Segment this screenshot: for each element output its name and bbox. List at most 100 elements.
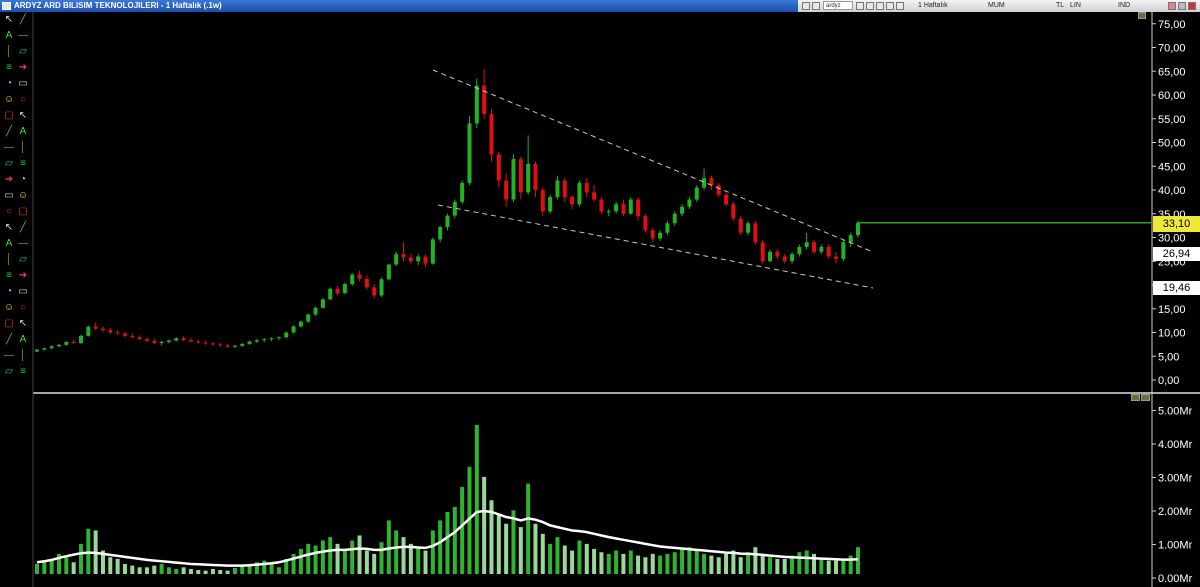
candle-body	[247, 341, 252, 344]
smiley-icon[interactable]: ☺	[3, 94, 15, 106]
volume-bar	[584, 543, 589, 574]
volume-bar	[570, 550, 575, 574]
volume-bar	[137, 567, 142, 574]
candle-body	[848, 235, 853, 243]
chart-canvas[interactable]: 75,00 70,00 65,00 60,00 55,00 50,00 45,00 40,00…	[0, 0, 1200, 587]
volume-bar	[518, 527, 523, 574]
volume-bar	[687, 547, 692, 574]
fibonacci-icon[interactable]: ≡	[3, 270, 15, 282]
rectangle-icon[interactable]: ▢	[3, 318, 15, 330]
text-tool-icon[interactable]: A	[17, 126, 29, 138]
candle-body	[636, 199, 641, 217]
candle-body	[643, 216, 648, 231]
candle-body	[746, 223, 751, 233]
cursor-icon[interactable]: ↖	[3, 222, 15, 234]
eraser-icon[interactable]: ▭	[17, 78, 29, 90]
volume-bar	[210, 568, 215, 574]
volume-bar	[738, 557, 743, 574]
volume-bar	[768, 557, 773, 574]
channel-icon[interactable]: ▱	[17, 254, 29, 266]
zoom-icon[interactable]: ◔	[3, 286, 15, 298]
fibonacci-icon[interactable]: ≡	[3, 62, 15, 74]
horizontal-line-icon[interactable]: —	[17, 238, 29, 250]
smiley-icon[interactable]: ☺	[3, 302, 15, 314]
candle-body	[174, 338, 179, 341]
ellipse-icon[interactable]: ○	[17, 302, 29, 314]
volume-bar	[540, 533, 545, 574]
horizontal-line-icon[interactable]: —	[3, 142, 15, 154]
vertical-line-icon[interactable]: │	[17, 142, 29, 154]
ellipse-icon[interactable]: ○	[3, 206, 15, 218]
volume-bar	[108, 557, 113, 574]
channel-icon[interactable]: ▱	[17, 46, 29, 58]
candle-body	[320, 299, 325, 308]
arrow-icon[interactable]: ➔	[17, 270, 29, 282]
candle-body	[797, 247, 802, 255]
vertical-line-icon[interactable]: │	[17, 350, 29, 362]
candle-body	[56, 344, 61, 347]
volume-panel-close-icon[interactable]	[1141, 394, 1150, 401]
rectangle-icon[interactable]: ▢	[17, 206, 29, 218]
zoom-icon[interactable]: ◔	[3, 78, 15, 90]
text-tool-icon[interactable]: A	[3, 30, 15, 42]
volume-bar	[313, 545, 318, 574]
volume-bar	[504, 523, 509, 574]
volume-bar	[423, 550, 428, 574]
candle-body	[122, 333, 127, 336]
arrow-icon[interactable]: ➔	[3, 174, 15, 186]
drawing-toolbar: ↖ ╱ A — │ ▱ ≡ ➔ ◔ ▭ ☺ ○ ▢ ↖ ╱ A — │ ▱ ≡ ➔ ◔ ▭ ☺ ○ ▢ ↖ ╱ A — │ ▱ ≡ ➔ ◔ ▭ ☺ ○ ▢ ↖…	[0, 12, 32, 587]
text-tool-icon[interactable]: A	[17, 334, 29, 346]
cursor-icon[interactable]: ↖	[17, 318, 29, 330]
fibonacci-icon[interactable]: ≡	[17, 158, 29, 170]
rectangle-icon[interactable]: ▢	[3, 110, 15, 122]
volume-bar	[357, 535, 362, 574]
volume-bar	[174, 568, 179, 574]
volume-bar	[298, 548, 303, 574]
volume-bar	[760, 553, 765, 574]
cursor-icon[interactable]: ↖	[17, 110, 29, 122]
vertical-line-icon[interactable]: │	[3, 254, 15, 266]
volume-bar	[716, 557, 721, 574]
volume-bar	[188, 568, 193, 574]
trendline-icon[interactable]: ╱	[17, 14, 29, 26]
candle-body	[489, 114, 494, 155]
ellipse-icon[interactable]: ○	[17, 94, 29, 106]
horizontal-line-icon[interactable]: —	[3, 350, 15, 362]
channel-icon[interactable]: ▱	[3, 366, 15, 378]
volume-bar	[614, 550, 619, 574]
trendline-icon[interactable]: ╱	[3, 126, 15, 138]
volume-bar	[694, 550, 699, 574]
candle-body	[42, 348, 47, 350]
smiley-icon[interactable]: ☺	[17, 190, 29, 202]
candle-body	[606, 211, 611, 213]
vertical-line-icon[interactable]: │	[3, 46, 15, 58]
channel-icon[interactable]: ▱	[3, 158, 15, 170]
eraser-icon[interactable]: ▭	[17, 286, 29, 298]
volume-bar	[232, 567, 237, 574]
volume-panel-restore-icon[interactable]	[1131, 394, 1140, 401]
candle-body	[269, 338, 274, 340]
volume-tick-label: 4.00Mr	[1158, 439, 1193, 451]
volume-bar	[35, 563, 39, 574]
trendline-icon[interactable]: ╱	[17, 222, 29, 234]
price-tick-label: 0,00	[1158, 375, 1179, 387]
horizontal-line-icon[interactable]: —	[17, 30, 29, 42]
eraser-icon[interactable]: ▭	[3, 190, 15, 202]
volume-bar	[680, 548, 685, 574]
candle-body	[159, 342, 164, 343]
volume-bar	[474, 424, 479, 574]
panel-restore-icon[interactable]	[1138, 12, 1146, 19]
candle-body	[262, 339, 267, 341]
zoom-icon[interactable]: ◔	[17, 174, 29, 186]
candle-body	[100, 328, 105, 331]
volume-bar	[834, 560, 839, 574]
candle-body	[203, 342, 208, 344]
text-tool-icon[interactable]: A	[3, 238, 15, 250]
volume-bar	[269, 563, 274, 574]
arrow-icon[interactable]: ➔	[17, 62, 29, 74]
candle-body	[548, 197, 553, 212]
volume-bar	[401, 537, 406, 574]
fibonacci-icon[interactable]: ≡	[17, 366, 29, 378]
trendline-icon[interactable]: ╱	[3, 334, 15, 346]
cursor-icon[interactable]: ↖	[3, 14, 15, 26]
